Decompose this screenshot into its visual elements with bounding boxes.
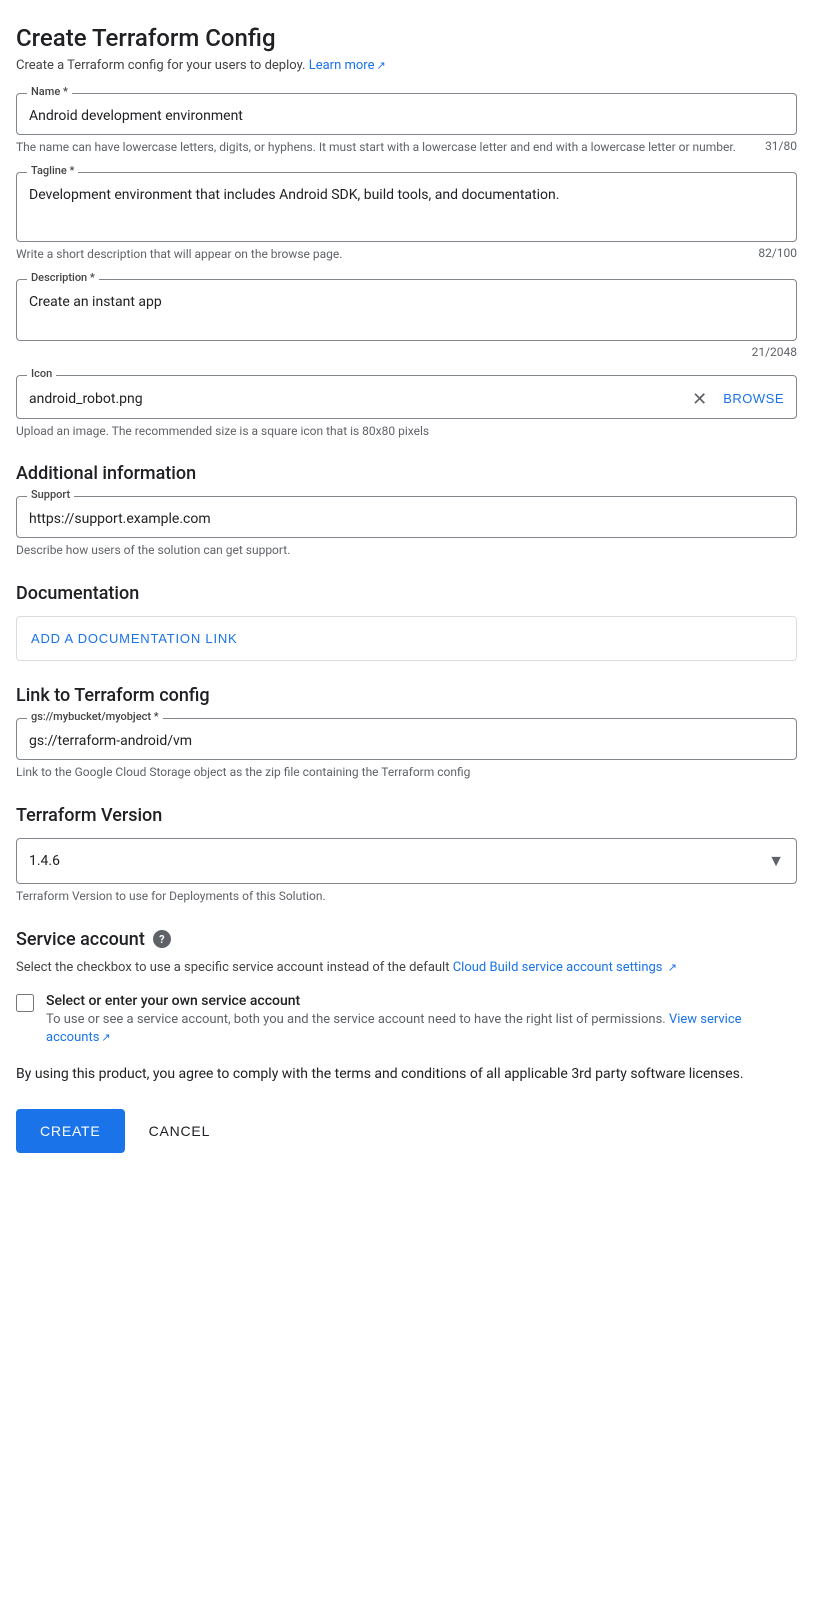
description-input[interactable]: Create an instant app [17,280,796,336]
terraform-link-label: gs://mybucket/myobject * [27,710,163,723]
tagline-label: Tagline * [27,164,78,177]
icon-label: Icon [27,367,56,380]
description-field: Description * Create an instant app [16,279,797,341]
add-documentation-link-button[interactable]: ADD A DOCUMENTATION LINK [16,616,797,661]
icon-clear-button[interactable]: ✕ [692,390,707,408]
terraform-link-helper: Link to the Google Cloud Storage object … [16,764,797,781]
action-buttons: CREATE CANCEL [16,1109,797,1153]
tagline-char-count: 82/100 [758,246,797,260]
terraform-version-helper: Terraform Version to use for Deployments… [16,888,797,905]
service-account-desc: Select the checkbox to use a specific se… [16,958,797,978]
service-account-checkbox-sublabel: To use or see a service account, both yo… [46,1011,797,1047]
name-helper: The name can have lowercase letters, dig… [16,139,765,156]
cloud-build-service-account-link[interactable]: Cloud Build service account settings [453,960,677,975]
service-account-checkbox[interactable] [16,994,34,1012]
terraform-link-field: gs://mybucket/myobject * [16,718,797,760]
support-input[interactable] [17,497,796,537]
support-label: Support [27,488,74,501]
name-label: Name * [27,85,72,98]
description-char-count: 21/2048 [752,345,797,359]
tagline-input[interactable]: Development environment that includes An… [17,173,796,237]
terraform-link-heading: Link to Terraform config [16,685,797,706]
terraform-version-select[interactable]: 1.4.6 1.4.5 1.4.4 1.3.9 [17,839,796,883]
icon-field: Icon android_robot.png ✕ BROWSE [16,375,797,419]
name-field: Name * [16,93,797,135]
service-account-heading-text: Service account [16,929,145,950]
tos-text: By using this product, you agree to comp… [16,1064,797,1085]
name-char-count: 31/80 [765,139,797,153]
service-account-checkbox-row: Select or enter your own service account… [16,993,797,1047]
service-account-section: Service account ? [16,929,797,950]
tagline-helper: Write a short description that will appe… [16,246,758,263]
terraform-version-heading: Terraform Version [16,805,797,826]
page-subtitle: Create a Terraform config for your users… [16,58,797,73]
create-button[interactable]: CREATE [16,1109,125,1153]
documentation-heading: Documentation [16,583,797,604]
page-title: Create Terraform Config [16,24,797,52]
icon-filename: android_robot.png [29,391,692,407]
name-input[interactable] [17,94,796,134]
tagline-field: Tagline * Development environment that i… [16,172,797,242]
support-helper: Describe how users of the solution can g… [16,542,797,559]
learn-more-link[interactable]: Learn more [309,58,386,73]
icon-browse-button[interactable]: BROWSE [723,391,784,406]
icon-helper: Upload an image. The recommended size is… [16,423,797,440]
support-field: Support [16,496,797,538]
service-account-checkbox-label: Select or enter your own service account [46,993,797,1009]
terraform-link-input[interactable] [17,719,796,759]
description-label: Description * [27,271,99,284]
terraform-version-field: 1.4.6 1.4.5 1.4.4 1.3.9 ▼ [16,838,797,884]
help-icon[interactable]: ? [153,930,171,948]
cancel-button[interactable]: CANCEL [133,1109,227,1153]
additional-info-heading: Additional information [16,463,797,484]
